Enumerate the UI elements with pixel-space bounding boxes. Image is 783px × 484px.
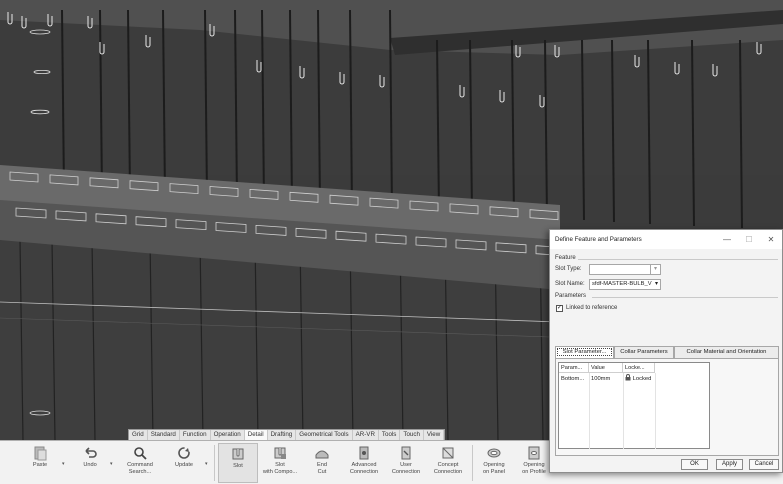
table-cell-locked[interactable]: Locked (623, 374, 655, 384)
parameters-section-title: Parameters (555, 293, 587, 299)
update-button[interactable]: Update (164, 443, 204, 483)
tab-panel: Param... Value Locke... Bottom... 100mm … (555, 358, 779, 456)
locked-label: Locked (632, 376, 652, 382)
advanced-connection-label: Advanced Connection (349, 462, 379, 475)
update-icon (178, 447, 190, 459)
opening-profile-icon (528, 446, 540, 460)
table-cell-value[interactable]: 100mm (589, 374, 623, 384)
user-connection-button[interactable]: User Connection (386, 443, 426, 483)
slot-button[interactable]: Slot (218, 443, 258, 483)
lock-icon (625, 374, 631, 381)
divider (578, 259, 778, 260)
concept-connection-label: Concept Connection (433, 462, 463, 475)
slot-with-component-label: Slot with Compo... (262, 462, 298, 475)
ribbon-tab-touch[interactable]: Touch (400, 430, 424, 440)
column-line (623, 373, 624, 449)
maximize-icon[interactable]: ☐ (738, 235, 760, 244)
paste-button[interactable]: Paste (20, 443, 60, 483)
search-icon (134, 447, 147, 460)
opening-on-panel-label: Opening on Panel (482, 462, 506, 475)
end-cut-button[interactable]: End Cut (302, 443, 342, 483)
parameters-table[interactable]: Param... Value Locke... Bottom... 100mm … (558, 362, 710, 449)
ribbon-tab-view[interactable]: View (424, 430, 445, 440)
feature-section-title: Feature (555, 255, 576, 261)
slot-type-dropdown-icon[interactable]: ▾ (650, 264, 661, 275)
dialog-titlebar[interactable]: Define Feature and Parameters — ☐ ✕ (550, 230, 782, 249)
cancel-button[interactable]: Cancel (749, 459, 779, 470)
column-line (589, 373, 590, 449)
concept-connection-button[interactable]: Concept Connection (428, 443, 468, 483)
opening-panel-icon (487, 448, 501, 458)
minimize-icon[interactable]: — (716, 235, 738, 244)
ribbon-tab-standard[interactable]: Standard (148, 430, 180, 440)
column-line (655, 373, 656, 449)
ribbon-separator (214, 445, 215, 481)
command-search-label: Command Search... (127, 462, 153, 475)
ribbon-tab-drafting[interactable]: Drafting (268, 430, 297, 440)
divider (592, 297, 778, 298)
concept-connection-icon (442, 447, 454, 459)
define-feature-dialog: Define Feature and Parameters — ☐ ✕ Feat… (549, 229, 783, 473)
end-cut-icon (315, 450, 329, 459)
table-cell-param[interactable]: Bottom... (559, 374, 589, 384)
ribbon-separator (472, 445, 473, 481)
advanced-connection-icon (359, 446, 369, 460)
ribbon-tab-detail[interactable]: Detail (244, 430, 268, 440)
opening-on-profile-button[interactable]: Opening on Profile (514, 443, 554, 483)
undo-label: Undo (83, 462, 97, 468)
update-dropdown-icon[interactable]: ▾ (205, 461, 208, 467)
linked-label: Linked to reference (566, 305, 618, 311)
undo-dropdown-icon[interactable]: ▾ (110, 461, 113, 467)
ribbon-tab-function[interactable]: Function (180, 430, 211, 440)
ribbon-tab-tools[interactable]: Tools (379, 430, 401, 440)
user-connection-icon (401, 446, 411, 460)
ribbon-tab-ar-vr[interactable]: AR-VR (353, 430, 379, 440)
undo-icon (85, 447, 97, 458)
table-header-value[interactable]: Value (589, 363, 623, 373)
slot-component-icon (274, 447, 286, 459)
ok-button[interactable]: OK (681, 459, 708, 470)
ribbon-tab-grid[interactable]: Grid (129, 430, 148, 440)
slot-name-select[interactable]: sfdf-MASTER-BULB_V (589, 279, 661, 290)
slot-with-component-button[interactable]: Slot with Compo... (260, 443, 300, 483)
end-cut-label: End Cut (317, 462, 327, 475)
paste-dropdown-icon[interactable]: ▾ (62, 461, 65, 467)
slot-type-label: Slot Type: (555, 266, 582, 272)
user-connection-label: User Connection (391, 462, 421, 475)
tab-slot-parameters[interactable]: Slot Parameter... (555, 346, 614, 358)
apply-button[interactable]: Apply (716, 459, 743, 470)
slot-label: Slot (233, 463, 243, 469)
slot-name-dropdown-icon[interactable]: ▾ (653, 279, 661, 290)
opening-on-profile-label: Opening on Profile (522, 462, 546, 475)
tab-collar-material-orientation[interactable]: Collar Material and Orientation (674, 346, 779, 358)
update-label: Update (174, 462, 194, 468)
ribbon-tab-operation[interactable]: Operation (211, 430, 245, 440)
ribbon-tab-bar: Grid Standard Function Operation Detail Draft… (128, 429, 446, 440)
undo-button[interactable]: Undo (70, 443, 110, 483)
advanced-connection-button[interactable]: Advanced Connection (344, 443, 384, 483)
ribbon-tab-geometrical-tools[interactable]: Geometrical Tools (296, 430, 353, 440)
paste-label: Paste (32, 462, 48, 468)
slot-icon (232, 448, 244, 460)
dialog-title: Define Feature and Parameters (555, 236, 642, 243)
table-header-locked[interactable]: Locke... (623, 363, 655, 373)
linked-checkbox[interactable]: ✓ (556, 305, 563, 312)
close-icon[interactable]: ✕ (760, 235, 782, 244)
table-header-param[interactable]: Param... (559, 363, 589, 373)
slot-name-label: Slot Name: (555, 281, 585, 287)
opening-on-panel-button[interactable]: Opening on Panel (474, 443, 514, 483)
command-search-button[interactable]: Command Search... (120, 443, 160, 483)
paste-icon (34, 446, 47, 461)
tab-collar-parameters[interactable]: Collar Parameters (614, 346, 674, 358)
